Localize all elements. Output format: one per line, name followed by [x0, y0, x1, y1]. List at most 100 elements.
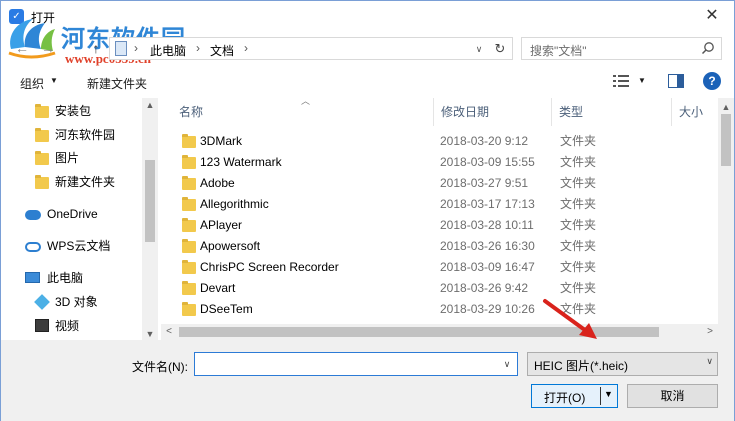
sidebar-item-pictures[interactable]: 图片 [1, 147, 141, 169]
sidebar-item-hedong[interactable]: 河东软件园 [1, 124, 141, 146]
column-header-name[interactable]: 名称 [179, 98, 203, 126]
column-divider[interactable] [433, 98, 434, 126]
title-bar: ✓ 打开 ✕ [1, 1, 734, 32]
file-name: APlayer [200, 218, 243, 232]
file-type-select[interactable]: HEIC 图片(*.heic) ∨ [527, 352, 718, 376]
file-date: 2018-03-27 9:51 [440, 176, 529, 190]
search-placeholder: 搜索"文档" [530, 44, 587, 58]
file-date: 2018-03-20 9:12 [440, 134, 529, 148]
column-divider[interactable] [671, 98, 672, 126]
window-title: 打开 [31, 11, 56, 25]
scroll-up-icon[interactable]: ▲ [718, 102, 734, 112]
breadcrumb-this-pc[interactable]: 此电脑 [150, 42, 186, 59]
column-header-date[interactable]: 修改日期 [441, 98, 489, 126]
table-row[interactable]: APlayer 2018-03-28 10:11 文件夹 [161, 215, 716, 236]
file-type: 文件夹 [560, 281, 597, 295]
file-list-horizontal-scrollbar[interactable]: < > [161, 324, 718, 340]
breadcrumb-separator: › [196, 41, 200, 55]
cloud-icon [25, 210, 41, 220]
file-name: ChrisPC Screen Recorder [200, 260, 339, 274]
sidebar-item-label: 图片 [55, 151, 80, 165]
sidebar-item-installers[interactable]: 安装包 [1, 100, 141, 122]
sidebar-item-wps-cloud[interactable]: WPS云文档 [1, 235, 141, 257]
folder-icon [182, 239, 196, 253]
preview-pane-button[interactable] [668, 74, 684, 88]
organize-menu[interactable]: 组织 [20, 75, 44, 92]
file-name: 3DMark [200, 134, 243, 148]
close-button[interactable]: ✕ [690, 1, 734, 31]
open-options-button[interactable]: ▼ [604, 389, 613, 399]
sidebar-item-videos[interactable]: 视频 [1, 315, 141, 337]
scroll-left-icon[interactable]: < [161, 324, 177, 340]
table-row[interactable]: 123 Watermark 2018-03-09 15:55 文件夹 [161, 152, 716, 173]
filename-dropdown-button[interactable]: ∨ [499, 355, 515, 373]
folder-icon [35, 128, 49, 142]
sidebar-item-new-folder[interactable]: 新建文件夹 [1, 171, 141, 193]
file-date: 2018-03-26 9:42 [440, 281, 529, 295]
sidebar-item-label: 3D 对象 [55, 295, 98, 309]
cancel-button[interactable]: 取消 [627, 384, 718, 408]
column-header-size[interactable]: 大小 [679, 98, 703, 126]
table-row[interactable]: ChrisPC Screen Recorder 2018-03-09 16:47 文… [161, 257, 716, 278]
file-date: 2018-03-28 10:11 [440, 218, 534, 232]
back-button[interactable]: ← [11, 37, 33, 59]
folder-icon [35, 175, 49, 189]
refresh-button[interactable]: ↻ [490, 39, 510, 59]
file-type: 文件夹 [560, 218, 597, 232]
file-list-vertical-scrollbar[interactable]: ▲ [718, 98, 734, 324]
navigation-pane: 安装包 河东软件园 图片 新建文件夹 OneDrive WPS云文档 此电脑 3… [1, 98, 158, 340]
folder-icon [182, 281, 196, 295]
column-divider[interactable] [551, 98, 552, 126]
open-button[interactable]: 打开(O) ▼ [531, 384, 618, 408]
table-row[interactable]: DSeeTem 2018-03-29 10:26 文件夹 [161, 299, 716, 320]
file-type: 文件夹 [560, 239, 597, 253]
search-input[interactable]: 搜索"文档" [521, 37, 722, 60]
file-type: 文件夹 [560, 176, 597, 190]
sidebar-scrollbar[interactable]: ▲ ▼ [142, 98, 158, 340]
file-type-value: HEIC 图片(*.heic) [534, 359, 629, 373]
sidebar-item-label: WPS云文档 [47, 239, 111, 253]
new-folder-button[interactable]: 新建文件夹 [87, 75, 147, 92]
breadcrumb-documents[interactable]: 文档 [210, 42, 234, 59]
filename-label: 文件名(N): [132, 360, 188, 374]
breadcrumb-separator: › [244, 41, 248, 55]
address-dropdown-button[interactable]: ∨ [470, 39, 488, 59]
folder-icon [182, 218, 196, 232]
scrollbar-thumb[interactable] [179, 327, 659, 337]
filename-input[interactable]: ∨ [194, 352, 518, 376]
forward-button[interactable]: → [37, 37, 59, 59]
sidebar-item-3d-objects[interactable]: 3D 对象 [1, 291, 141, 313]
file-type: 文件夹 [560, 134, 597, 148]
table-row[interactable]: Adobe 2018-03-27 9:51 文件夹 [161, 173, 716, 194]
column-header-type[interactable]: 类型 [559, 98, 583, 126]
file-date: 2018-03-09 15:55 [440, 155, 535, 169]
address-bar[interactable]: › 此电脑 › 文档 › ∨ ↻ [109, 37, 513, 60]
toolbar: 组织 ▼ 新建文件夹 ▼ ? [1, 67, 734, 97]
view-options-icon[interactable] [613, 74, 629, 88]
table-row[interactable]: Allegorithmic 2018-03-17 17:13 文件夹 [161, 194, 716, 215]
table-row[interactable]: Devart 2018-03-26 9:42 文件夹 [161, 278, 716, 299]
navigation-bar: ← → ↑ › 此电脑 › 文档 › ∨ ↻ 搜索"文档" [1, 32, 734, 65]
scrollbar-thumb[interactable] [721, 114, 731, 166]
table-row[interactable]: 3DMark 2018-03-20 9:12 文件夹 [161, 131, 716, 152]
scrollbar-thumb[interactable] [145, 160, 155, 242]
sidebar-item-label: 河东软件园 [55, 128, 116, 142]
view-dropdown-button[interactable]: ▼ [638, 76, 646, 85]
file-date: 2018-03-26 16:30 [440, 239, 535, 253]
folder-icon [35, 151, 49, 165]
folder-icon [182, 134, 196, 148]
scroll-up-icon[interactable]: ▲ [142, 100, 158, 110]
scroll-right-icon[interactable]: > [702, 324, 718, 340]
help-button[interactable]: ? [703, 72, 721, 90]
table-row[interactable]: Apowersoft 2018-03-26 16:30 文件夹 [161, 236, 716, 257]
video-icon [35, 319, 49, 332]
folder-icon [182, 176, 196, 190]
scroll-down-icon[interactable]: ▼ [142, 329, 158, 339]
up-button[interactable]: ↑ [85, 37, 107, 59]
sidebar-item-this-pc[interactable]: 此电脑 [1, 267, 141, 289]
open-button-label: 打开(O) [544, 391, 586, 405]
sidebar-item-onedrive[interactable]: OneDrive [1, 203, 141, 225]
folder-icon [182, 260, 196, 274]
computer-icon [115, 41, 127, 56]
file-date: 2018-03-09 16:47 [440, 260, 535, 274]
